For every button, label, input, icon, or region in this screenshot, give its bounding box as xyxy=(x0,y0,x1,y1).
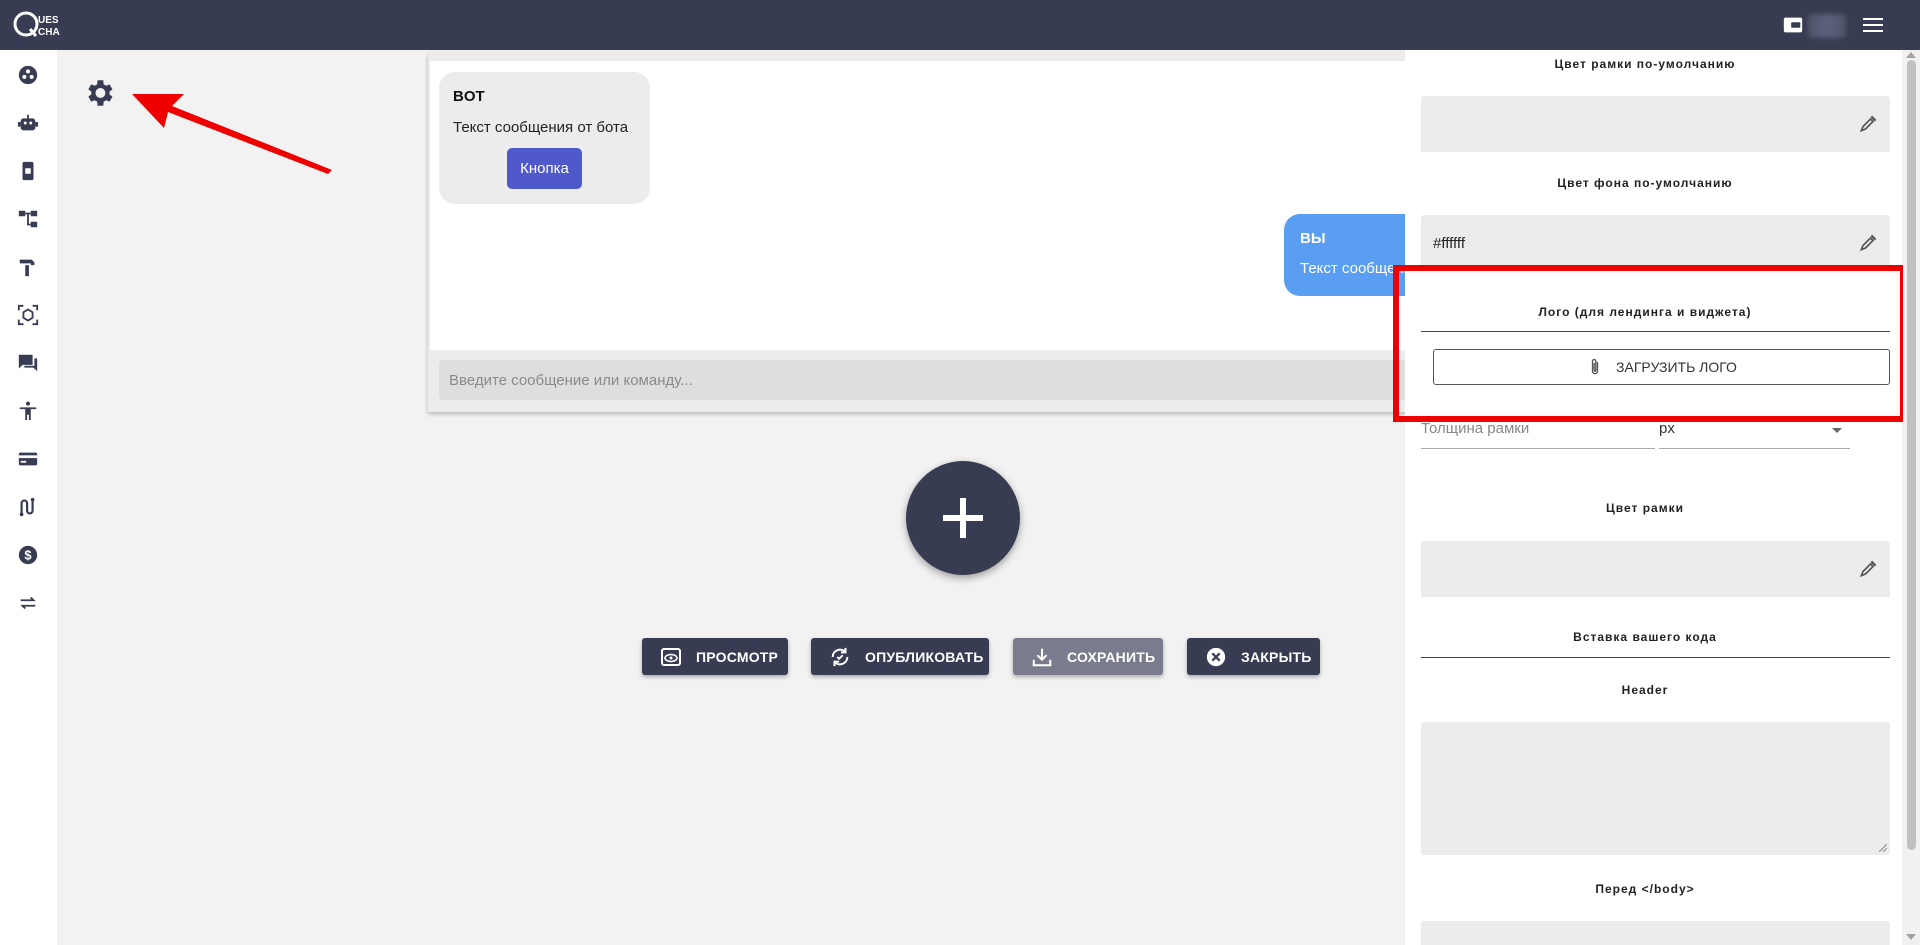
chat-icon xyxy=(18,354,38,372)
sidebar-item-dashboard[interactable] xyxy=(16,63,40,87)
default-bg-color-value: #ffffff xyxy=(1433,235,1465,252)
download-icon xyxy=(1032,648,1052,666)
custom-code-label: Вставка вашего кода xyxy=(1573,630,1717,644)
preview-button[interactable]: ПРОСМОТР xyxy=(642,638,788,675)
wallet-icon[interactable] xyxy=(1782,14,1804,36)
user-name-label: ВЫ xyxy=(1300,230,1326,247)
top-bar: UES CHA xyxy=(0,0,1920,50)
svg-text:$: $ xyxy=(24,548,31,563)
close-button[interactable]: ЗАКРЫТЬ xyxy=(1187,638,1320,675)
annotation-arrow xyxy=(132,94,332,174)
plus-icon xyxy=(943,498,983,538)
scrollbar-thumb[interactable] xyxy=(1907,60,1916,850)
swap-arrows-icon xyxy=(20,596,36,610)
hamburger-menu-icon[interactable] xyxy=(1862,15,1884,35)
highlight-box xyxy=(1393,265,1906,422)
eyedropper-icon[interactable] xyxy=(1858,559,1878,579)
header-code-label: Header xyxy=(1621,683,1669,697)
user-message-text: Текст сообщения xyxy=(1300,260,1408,277)
sidebar-item-bots[interactable] xyxy=(16,111,40,135)
eyedropper-icon[interactable] xyxy=(1858,114,1878,134)
default-border-color-field[interactable] xyxy=(1421,96,1890,152)
before-body-code-label: Перед </body> xyxy=(1595,882,1695,896)
sidebar-item-tools[interactable] xyxy=(16,255,40,279)
chat-message-input[interactable] xyxy=(439,360,1408,400)
sidebar-item-accessibility[interactable] xyxy=(16,399,40,423)
close-circle-icon xyxy=(1206,647,1226,666)
sidebar-item-3d[interactable] xyxy=(16,303,40,327)
save-button[interactable]: СОХРАНИТЬ xyxy=(1013,638,1163,675)
dashboard-icon xyxy=(18,65,38,85)
resize-grip-icon[interactable] xyxy=(1879,844,1887,852)
svg-text:CHA: CHA xyxy=(38,27,60,38)
publish-button[interactable]: ОПУБЛИКОВАТЬ xyxy=(811,638,989,675)
settings-gear-icon[interactable] xyxy=(82,76,116,110)
eyedropper-icon[interactable] xyxy=(1858,233,1878,253)
border-width-placeholder: Толщина рамки xyxy=(1421,420,1530,437)
border-width-input[interactable]: Толщина рамки xyxy=(1421,420,1655,449)
hammer-icon xyxy=(19,259,35,277)
flow-diagram-icon xyxy=(18,210,38,228)
close-button-label: ЗАКРЫТЬ xyxy=(1241,648,1312,665)
bot-message-text: Текст сообщения от бота xyxy=(453,119,629,136)
preview-icon xyxy=(661,647,681,666)
robot-icon xyxy=(17,114,39,131)
border-unit-value: px xyxy=(1659,420,1675,437)
header-code-textarea[interactable] xyxy=(1421,722,1890,855)
scroll-down-icon[interactable] xyxy=(1906,934,1916,940)
sidebar-item-payments[interactable] xyxy=(16,447,40,471)
sidebar-item-chats[interactable] xyxy=(16,351,40,375)
route-icon xyxy=(19,497,35,517)
border-color-label: Цвет рамки xyxy=(1606,501,1684,515)
sidebar-item-billing[interactable]: $ xyxy=(16,543,40,567)
custom-code-divider xyxy=(1421,657,1890,658)
bot-name-label: BOT xyxy=(453,88,485,105)
user-message-bubble: ВЫ Текст сообщения xyxy=(1284,214,1408,296)
credit-card-icon xyxy=(18,452,38,466)
settings-panel: Цвет рамки по-умолчанию Цвет фона по-умо… xyxy=(1405,50,1902,945)
sidebar-item-routes[interactable] xyxy=(16,495,40,519)
svg-text:UES: UES xyxy=(38,15,59,26)
sidebar-item-transfers[interactable] xyxy=(16,591,40,615)
sidebar: $ xyxy=(0,50,57,945)
phone-app-icon xyxy=(22,161,34,181)
default-border-color-label: Цвет рамки по-умолчанию xyxy=(1554,57,1736,71)
scroll-up-icon[interactable] xyxy=(1906,52,1916,58)
bot-quick-reply-button[interactable]: Кнопка xyxy=(507,148,582,189)
app-logo[interactable]: UES CHA xyxy=(12,6,72,42)
border-unit-select[interactable]: px xyxy=(1659,420,1850,449)
preview-button-label: ПРОСМОТР xyxy=(696,648,779,665)
chevron-down-icon xyxy=(1832,428,1842,433)
accessibility-icon xyxy=(19,401,37,421)
sync-icon xyxy=(831,647,849,666)
before-body-code-textarea[interactable] xyxy=(1421,921,1890,945)
publish-button-label: ОПУБЛИКОВАТЬ xyxy=(865,648,984,665)
save-button-label: СОХРАНИТЬ xyxy=(1067,648,1156,665)
border-color-field[interactable] xyxy=(1421,541,1890,597)
sidebar-item-flows[interactable] xyxy=(16,207,40,231)
add-block-button[interactable] xyxy=(906,461,1020,575)
default-bg-color-label: Цвет фона по-умолчанию xyxy=(1557,176,1733,190)
balance-display xyxy=(1808,14,1846,38)
default-bg-color-field[interactable]: #ffffff xyxy=(1421,215,1890,271)
dollar-icon: $ xyxy=(18,545,38,565)
sidebar-item-mobile[interactable] xyxy=(16,159,40,183)
cube-scan-icon xyxy=(17,304,39,326)
